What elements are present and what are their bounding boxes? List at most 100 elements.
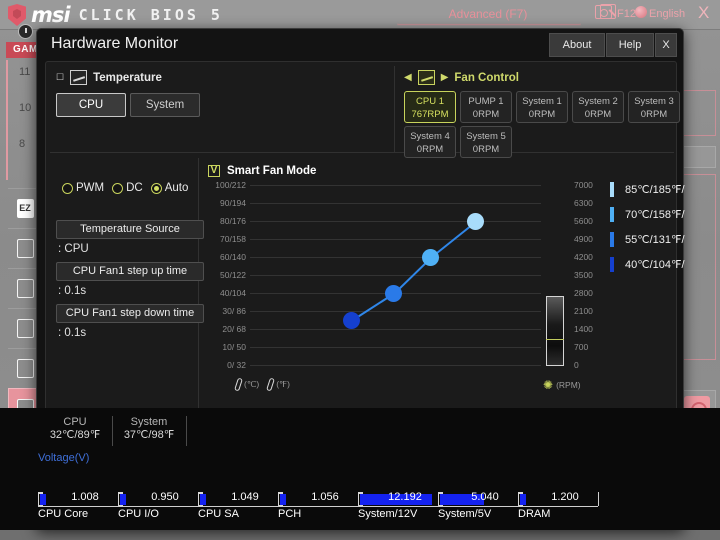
voltage-system-12v-value: 12.192 (388, 491, 422, 503)
voltage-cpu-sa-track (198, 492, 208, 506)
msi-logo: msi CLICK BIOS 5 (8, 3, 223, 27)
rpm-tick-9: 700 (574, 342, 589, 352)
step-up-time-value: : 0.1s (58, 285, 87, 297)
legend-item-55c: 55℃/131℉/ 38% (610, 232, 720, 247)
rpm-tick-3: 4900 (574, 234, 593, 244)
voltage-pch-value: 1.056 (311, 491, 339, 503)
fan-chart-icon (417, 70, 435, 85)
curve-point-85c[interactable] (467, 213, 484, 230)
help-button[interactable]: Help (606, 33, 654, 57)
fan-curve-line (352, 220, 478, 321)
fan-button-system-5-rpm: 0RPM (472, 144, 500, 155)
fan-button-pump-1-rpm: 0RPM (472, 109, 500, 120)
radio-dc[interactable] (112, 182, 124, 194)
radio-pwm[interactable] (62, 182, 73, 194)
celsius-unit-label: (℃) (244, 379, 260, 389)
fan-button-system-1[interactable]: System 1 0RPM (516, 91, 568, 123)
brand-subtitle: CLICK BIOS 5 (78, 6, 223, 24)
radio-auto[interactable] (150, 182, 162, 194)
advanced-mode-banner[interactable]: Advanced (F7) (398, 2, 578, 26)
voltage-section-title: Voltage(V) (38, 452, 90, 464)
legend-swatch-70c (610, 207, 614, 222)
footer-temp-system-label: System (130, 416, 168, 428)
curve-point-55c[interactable] (385, 285, 402, 302)
bios-bottom-strip (0, 530, 720, 540)
fan-button-system-2[interactable]: System 2 0RPM (572, 91, 624, 123)
temperature-source-button[interactable]: Temperature Source (56, 220, 204, 239)
rpm-tick-10: 0 (574, 360, 579, 370)
close-button[interactable]: X (655, 33, 677, 57)
y-tick-4: 60/140 (220, 252, 246, 262)
tab-temperature-system-label: System (145, 99, 185, 111)
radio-dc-label: DC (126, 182, 143, 194)
rpm-unit-legend: ✺ (RPM) (543, 378, 581, 392)
voltage-system-5v-label: System/5V (438, 508, 492, 520)
legend-label-85c: 85℃/185℉/ (625, 184, 685, 196)
expand-icon[interactable]: ☐ (56, 72, 64, 83)
voltage-system-12v: 12.192 System/12V (358, 491, 438, 522)
y-tick-9: 10/ 50 (222, 342, 246, 352)
y-tick-7: 30/ 86 (222, 306, 246, 316)
chevron-right-icon[interactable]: ▶ (441, 72, 449, 83)
y-tick-8: 20/ 68 (222, 324, 246, 334)
search-icon[interactable] (600, 4, 616, 19)
voltage-cpu-io-label: CPU I/O (118, 508, 159, 520)
screenshot-key-label: F12 (617, 8, 636, 20)
bios-top-bar: msi CLICK BIOS 5 Advanced (F7) F12 Engli… (0, 0, 720, 30)
thermometer-celsius-icon (234, 377, 243, 392)
tab-temperature-cpu[interactable]: CPU (56, 93, 126, 117)
fan-button-system-2-rpm: 0RPM (584, 109, 612, 120)
radio-pwm-label: PWM (76, 182, 105, 194)
y-tick-0: 100/212 (215, 180, 246, 190)
fahrenheit-unit-label: (℉) (276, 379, 290, 389)
voltage-cpu-sa-value: 1.049 (231, 491, 259, 503)
language-label[interactable]: English (649, 8, 685, 20)
fan-button-pump-1-name: PUMP 1 (468, 96, 504, 107)
footer-temp-divider-1 (112, 416, 113, 446)
y-tick-5: 50/122 (220, 270, 246, 280)
rpm-tick-0: 7000 (574, 180, 593, 190)
y-tick-10: 0/ 32 (227, 360, 246, 370)
voltage-dram-fill (520, 494, 526, 505)
monitor-icon (16, 239, 34, 258)
y-tick-1: 90/194 (220, 198, 246, 208)
fan-curve-chart[interactable]: 100/212 90/194 80/176 70/158 60/140 50/1… (206, 180, 684, 392)
fan-button-pump-1[interactable]: PUMP 1 0RPM (460, 91, 512, 123)
smart-fan-mode-checkbox[interactable]: V (208, 165, 220, 177)
fan-button-system-4[interactable]: System 4 0RPM (404, 126, 456, 158)
ez-icon: EZ (16, 199, 34, 218)
voltage-dram-label: DRAM (518, 508, 551, 520)
smart-fan-mode-row[interactable]: V Smart Fan Mode (208, 165, 316, 177)
current-rpm-gauge[interactable] (546, 296, 564, 366)
page-title: Hardware Monitor (51, 35, 179, 52)
about-button[interactable]: About (549, 33, 605, 57)
curve-point-70c[interactable] (422, 249, 439, 266)
voltage-cpu-core-value: 1.008 (71, 491, 99, 503)
voltage-cpu-core: 1.008 CPU Core (38, 491, 118, 522)
fan-button-cpu-1-name: CPU 1 (416, 96, 444, 107)
ruler-mark-1: 11 (19, 66, 31, 78)
fan-button-system-2-name: System 2 (578, 96, 618, 107)
step-up-time-button[interactable]: CPU Fan1 step up time (56, 262, 204, 281)
star-grid-icon (16, 359, 34, 378)
voltage-system-12v-label: System/12V (358, 508, 418, 520)
fan-button-system-5[interactable]: System 5 0RPM (460, 126, 512, 158)
cpu-icon (16, 279, 34, 298)
globe-icon[interactable] (635, 6, 647, 18)
rpm-tick-6: 2800 (574, 288, 593, 298)
voltage-cpu-io-track (118, 492, 128, 506)
curve-point-40c[interactable] (343, 312, 360, 329)
voltage-strip-endcap (598, 492, 599, 506)
footer-temp-cpu: CPU 32℃/89℉ (40, 416, 110, 441)
fan-button-system-3[interactable]: System 3 0RPM (628, 91, 680, 123)
fan-button-cpu-1[interactable]: CPU 1 767RPM (404, 91, 456, 123)
temperature-section-header: ☐ Temperature (56, 70, 162, 85)
chevron-left-icon[interactable]: ◀ (404, 72, 412, 83)
voltage-baseline (38, 506, 598, 507)
step-down-time-button[interactable]: CPU Fan1 step down time (56, 304, 204, 323)
smart-fan-mode-label: Smart Fan Mode (227, 165, 317, 177)
fan-button-system-4-rpm: 0RPM (416, 144, 444, 155)
bios-close-icon[interactable]: X (698, 4, 709, 21)
top-section-divider (394, 66, 395, 152)
tab-temperature-system[interactable]: System (130, 93, 200, 117)
